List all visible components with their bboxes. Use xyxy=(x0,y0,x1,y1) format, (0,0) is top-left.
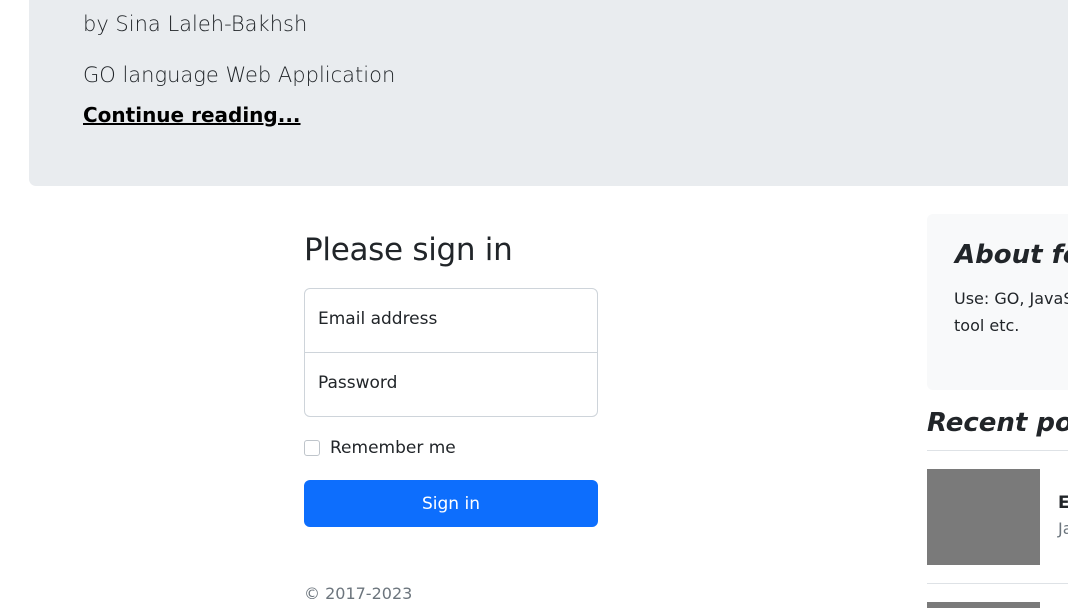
hero-author: by Sina Laleh-Bakhsh xyxy=(83,12,308,36)
post-thumbnail[interactable] xyxy=(927,469,1040,565)
divider xyxy=(927,583,1068,584)
email-field-label: Email address xyxy=(318,309,438,329)
copyright: © 2017-2023 xyxy=(304,584,413,603)
about-text: Use: GO, JavaS of golang tool etc. xyxy=(954,289,1068,335)
continue-reading-link[interactable]: Continue reading... xyxy=(83,103,301,127)
page: by Sina Laleh-Bakhsh GO language Web App… xyxy=(0,0,1068,608)
email-field[interactable]: Email address xyxy=(305,289,597,353)
remember-me[interactable]: Remember me xyxy=(304,438,456,458)
remember-me-label: Remember me xyxy=(330,438,456,458)
recent-posts-title: Recent post xyxy=(927,408,1068,438)
divider xyxy=(927,450,1068,451)
password-field[interactable]: Password xyxy=(305,353,597,416)
post-date: Ja xyxy=(1058,519,1068,538)
signin-title: Please sign in xyxy=(304,232,513,268)
password-field-label: Password xyxy=(318,373,398,393)
post-thumbnail[interactable] xyxy=(927,602,1040,608)
about-title: About fea xyxy=(955,240,1068,270)
remember-me-checkbox[interactable] xyxy=(304,440,320,456)
signin-form: Email address Password xyxy=(304,288,598,417)
post-title[interactable]: E xyxy=(1058,493,1068,513)
sign-in-button[interactable]: Sign in xyxy=(304,480,598,527)
hero-description: GO language Web Application xyxy=(83,63,396,87)
